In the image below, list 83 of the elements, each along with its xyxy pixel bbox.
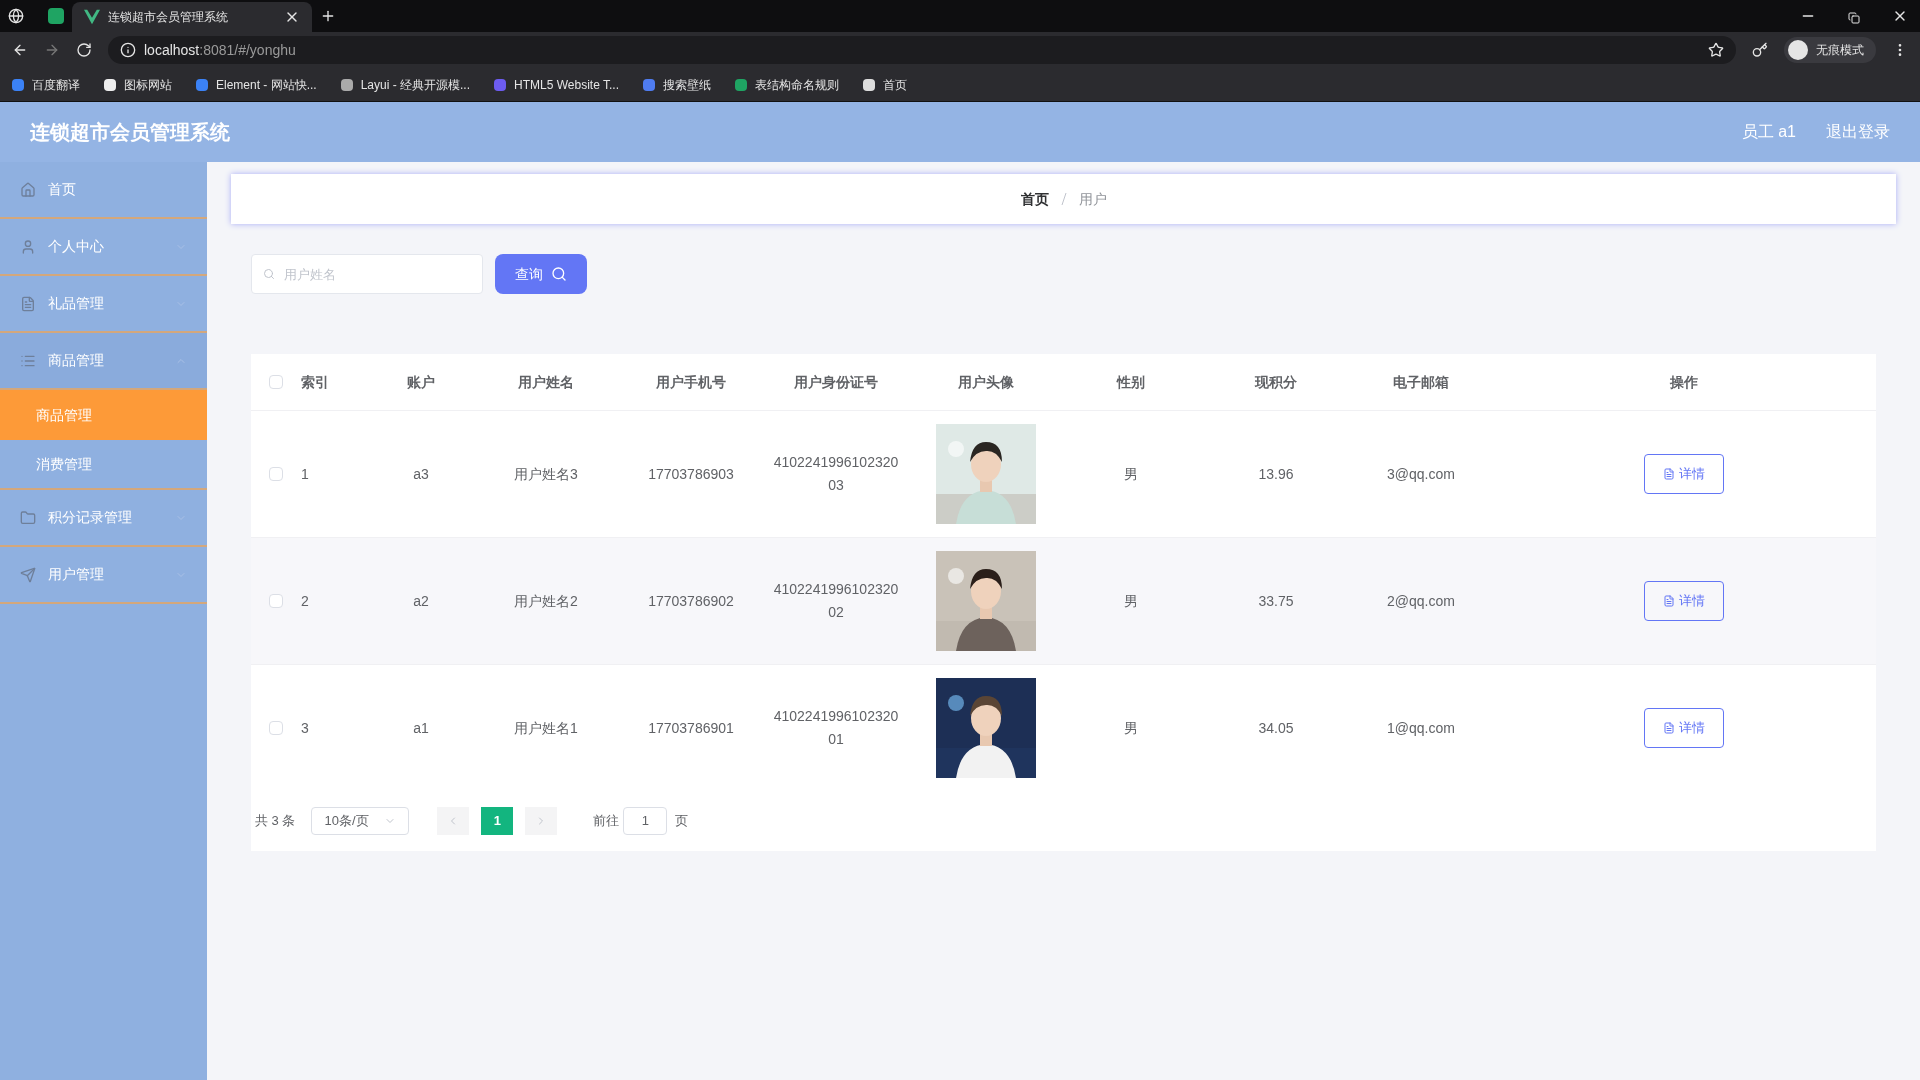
table-cell-text: 用户姓名1: [514, 718, 578, 738]
browser-icon[interactable]: [8, 8, 24, 24]
search-icon: [263, 268, 275, 280]
document-icon: [1662, 722, 1675, 734]
user-icon: [20, 238, 36, 255]
search-icon: [551, 266, 567, 282]
details-button[interactable]: 详情: [1643, 708, 1724, 748]
table-cell-text: a2: [413, 591, 429, 611]
row-checkbox[interactable]: [269, 594, 283, 608]
table-cell: 3: [301, 719, 309, 736]
bookmark[interactable]: 首页: [863, 75, 907, 94]
breadcrumb-item: 用户: [1078, 189, 1107, 209]
table-cell: 1: [301, 465, 309, 482]
user-label: 员工 a1: [1741, 122, 1796, 142]
address-bar[interactable]: localhost:8081/#/yonghu: [108, 36, 1736, 64]
restore-icon[interactable]: [1848, 12, 1860, 24]
table-cell-text: a1: [413, 718, 429, 738]
table-cell-text: 1@qq.com: [1387, 718, 1455, 738]
new-tab-icon[interactable]: [320, 8, 336, 24]
column-header: 账户: [407, 372, 435, 392]
table-cell-text: 男: [1124, 718, 1138, 738]
row-checkbox[interactable]: [269, 721, 283, 735]
forward-icon[interactable]: [44, 42, 60, 58]
column-header: 索引: [301, 372, 329, 392]
total-count: 共 3 条: [255, 812, 296, 831]
search-field[interactable]: 用户姓名: [251, 254, 483, 294]
browser-tab[interactable]: 连锁超市会员管理系统: [72, 2, 312, 32]
key-icon[interactable]: [1752, 42, 1768, 58]
query-button[interactable]: 查询: [495, 254, 587, 294]
goto-suffix: 页: [675, 812, 689, 831]
app-title: 连锁超市会员管理系统: [30, 120, 230, 145]
table-cell-text: 用户姓名3: [514, 464, 578, 484]
send-icon: [20, 566, 36, 583]
goto-label: 前往: [593, 812, 620, 831]
bookmark[interactable]: 表结构命名规则: [735, 75, 839, 94]
reload-icon[interactable]: [76, 42, 92, 58]
bookmark[interactable]: Element - 网站快...: [196, 75, 317, 94]
table-cell-text: 34.05: [1258, 718, 1294, 738]
bookmark[interactable]: 搜索壁纸: [643, 75, 711, 94]
folder-icon: [20, 509, 36, 526]
table-cell-text: 410224199610232002: [772, 580, 900, 622]
column-header: 用户头像: [958, 372, 1014, 392]
details-button[interactable]: 详情: [1643, 454, 1724, 494]
column-header: 电子邮箱: [1393, 372, 1449, 392]
table-cell-text: 17703786901: [648, 718, 734, 738]
document-icon: [20, 295, 36, 312]
column-header: 现积分: [1255, 372, 1297, 392]
bookmark[interactable]: HTML5 Website T...: [494, 75, 619, 94]
table-cell-text: 17703786902: [648, 591, 734, 611]
document-icon: [1662, 595, 1675, 607]
column-header: 用户手机号: [656, 372, 726, 392]
table-cell-text: 410224199610232001: [772, 707, 900, 749]
table-cell: 2: [301, 592, 309, 609]
home-icon: [20, 181, 36, 198]
logo-icon: [84, 9, 100, 25]
bookmark[interactable]: 图标网站: [104, 75, 172, 94]
column-header: 性别: [1117, 372, 1145, 392]
goto-page-field[interactable]: 1: [623, 807, 668, 835]
page-size-select[interactable]: 10条/页: [311, 807, 410, 835]
sheet-icon[interactable]: [48, 8, 64, 24]
table-cell-text: 男: [1124, 591, 1138, 611]
column-header: 用户身份证号: [794, 372, 878, 392]
table-cell-text: 17703786903: [648, 464, 734, 484]
document-icon: [1662, 468, 1675, 480]
table-cell-text: 用户姓名2: [514, 591, 578, 611]
table-cell-text: 13.96: [1258, 464, 1294, 484]
column-header: 用户姓名: [518, 372, 574, 392]
profile-button[interactable]: 无痕模式: [1784, 37, 1876, 63]
table-cell-text: 男: [1124, 464, 1138, 484]
table-cell-text: a3: [413, 464, 429, 484]
bookmark[interactable]: Layui - 经典开源模...: [340, 75, 471, 94]
details-button[interactable]: 详情: [1643, 581, 1724, 621]
separator-icon: [1060, 193, 1067, 205]
row-checkbox[interactable]: [269, 467, 283, 481]
bookmark[interactable]: 百度翻译: [12, 75, 80, 94]
breadcrumb-item[interactable]: 首页: [1020, 188, 1049, 210]
select-all-checkbox[interactable]: [269, 375, 283, 389]
table-cell-text: 3@qq.com: [1387, 464, 1455, 484]
back-icon[interactable]: [12, 42, 28, 58]
table-cell-text: 2@qq.com: [1387, 591, 1455, 611]
column-header: 操作: [1669, 372, 1698, 392]
table-cell-text: 410224199610232003: [772, 453, 900, 495]
table-cell-text: 33.75: [1258, 591, 1294, 611]
